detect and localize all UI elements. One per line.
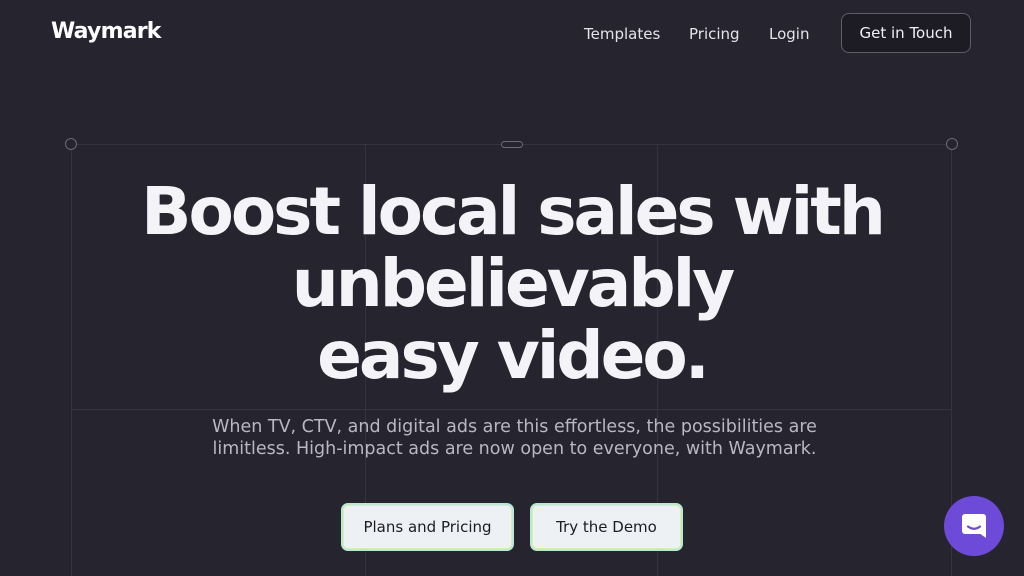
get-in-touch-button[interactable]: Get in Touch [841, 13, 971, 53]
hero-title-line1: Boost local sales with [141, 173, 886, 250]
nav-templates[interactable]: Templates [584, 25, 660, 43]
frame-handle-top-right [946, 138, 958, 150]
hero-subtitle: When TV, CTV, and digital ads are this e… [202, 416, 827, 460]
hero-title-line3: easy video. [317, 317, 710, 394]
nav-pricing[interactable]: Pricing [689, 25, 740, 43]
chat-launcher-button[interactable] [944, 496, 1004, 556]
frame-handle-top-left [65, 138, 77, 150]
frame-middle-line [71, 409, 952, 410]
hero-title-line2: unbelievably [291, 245, 735, 322]
plans-and-pricing-button[interactable]: Plans and Pricing [341, 503, 514, 551]
hero-subtitle-line2: limitless. High-impact ads are now open … [212, 439, 817, 459]
try-the-demo-button[interactable]: Try the Demo [530, 503, 683, 551]
hero-title: Boost local sales with unbelievably easy… [0, 176, 1024, 392]
page: Waymark Templates Pricing Login Get in T… [0, 0, 1024, 576]
chat-icon [962, 514, 986, 538]
hero-subtitle-line1: When TV, CTV, and digital ads are this e… [212, 417, 817, 437]
waymark-logo[interactable]: Waymark [51, 19, 161, 44]
frame-handle-top [501, 141, 523, 148]
nav-login[interactable]: Login [769, 25, 809, 43]
